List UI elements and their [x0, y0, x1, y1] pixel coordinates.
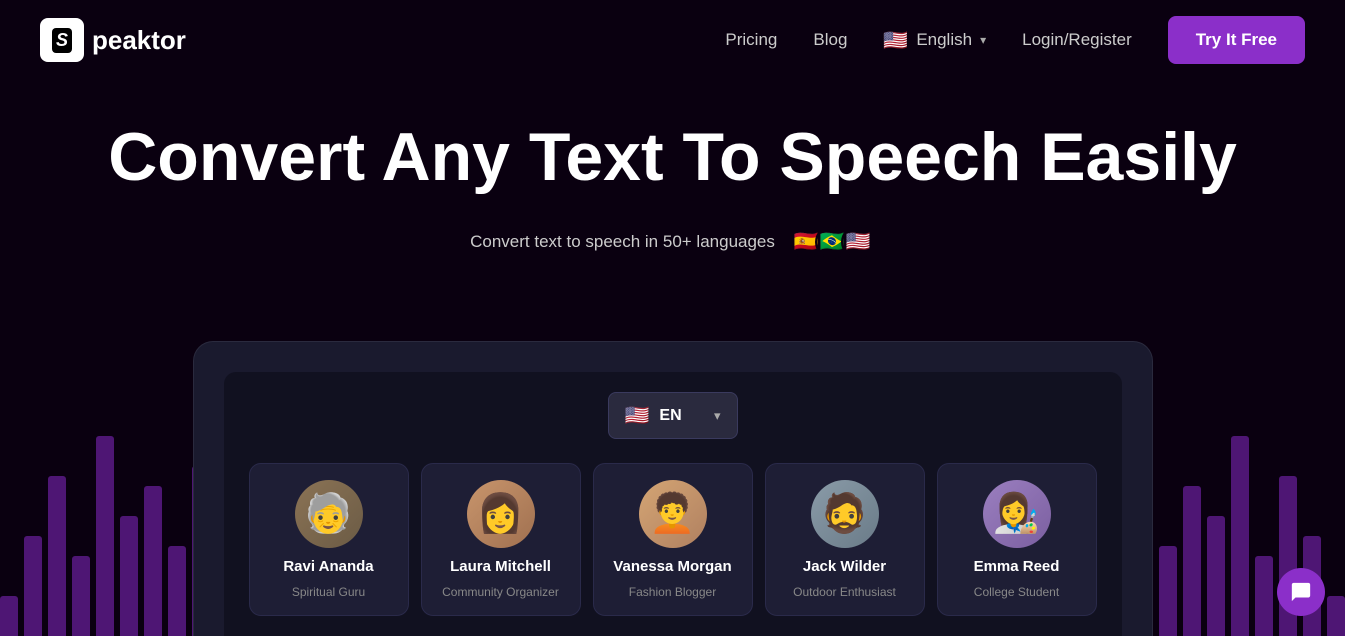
- voice-name-laura: Laura Mitchell: [450, 558, 551, 575]
- wave-bar: [120, 516, 138, 636]
- voice-role-laura: Community Organizer: [442, 585, 559, 599]
- dropdown-chevron-icon: ▾: [714, 408, 721, 424]
- nav-pricing[interactable]: Pricing: [725, 30, 777, 50]
- avatar-laura: 👩: [467, 480, 535, 548]
- hero-subtitle-text: Convert text to speech in 50+ languages: [470, 232, 775, 252]
- logo-icon: S: [40, 18, 84, 62]
- avatar-vanessa: 🧑‍🦱: [639, 480, 707, 548]
- wave-bar: [96, 436, 114, 636]
- voice-name-jack: Jack Wilder: [803, 558, 886, 575]
- voice-card-laura[interactable]: 👩 Laura Mitchell Community Organizer: [421, 463, 581, 616]
- voice-role-jack: Outdoor Enthusiast: [793, 585, 896, 599]
- try-it-free-button[interactable]: Try It Free: [1168, 16, 1305, 64]
- chat-button[interactable]: [1277, 568, 1325, 616]
- voice-cards: 🧓 Ravi Ananda Spiritual Guru 👩 Laura Mit…: [244, 463, 1102, 616]
- wave-bar: [48, 476, 66, 636]
- voice-name-ravi: Ravi Ananda: [283, 558, 373, 575]
- voice-role-vanessa: Fashion Blogger: [629, 585, 716, 599]
- logo-text: peaktor: [92, 25, 186, 56]
- avatar-jack: 🧔: [811, 480, 879, 548]
- dropdown-lang-code: EN: [659, 407, 681, 425]
- chat-icon: [1290, 581, 1312, 603]
- flags-group: 🇪🇸 🇧🇷 🇺🇸: [789, 225, 875, 259]
- navbar: S peaktor Pricing Blog 🇺🇸 English ▾ Logi…: [0, 0, 1345, 80]
- avatar-emma: 👩‍🎨: [983, 480, 1051, 548]
- app-language-dropdown[interactable]: 🇺🇸 EN ▾: [608, 392, 738, 439]
- voice-card-emma[interactable]: 👩‍🎨 Emma Reed College Student: [937, 463, 1097, 616]
- app-preview: 🇺🇸 EN ▾ 🧓 Ravi Ananda Spiritual Guru 👩 L…: [193, 341, 1153, 636]
- voice-role-emma: College Student: [974, 585, 1059, 599]
- chevron-down-icon: ▾: [980, 33, 986, 47]
- wave-bar: [168, 546, 186, 636]
- wave-bar: [1207, 516, 1225, 636]
- language-label: English: [916, 30, 972, 50]
- voice-name-emma: Emma Reed: [974, 558, 1060, 575]
- wave-bar: [1255, 556, 1273, 636]
- wave-bar: [1159, 546, 1177, 636]
- hero-subtitle: Convert text to speech in 50+ languages …: [20, 225, 1325, 259]
- hero-section: Convert Any Text To Speech Easily Conver…: [0, 80, 1345, 319]
- wave-bar: [1327, 596, 1345, 636]
- wave-bar: [72, 556, 90, 636]
- voice-card-jack[interactable]: 🧔 Jack Wilder Outdoor Enthusiast: [765, 463, 925, 616]
- hero-title: Convert Any Text To Speech Easily: [20, 120, 1325, 195]
- wave-bar: [1231, 436, 1249, 636]
- voice-name-vanessa: Vanessa Morgan: [613, 558, 731, 575]
- language-selector[interactable]: 🇺🇸 English ▾: [883, 28, 986, 53]
- wave-bar: [144, 486, 162, 636]
- logo[interactable]: S peaktor: [40, 18, 186, 62]
- dropdown-flag: 🇺🇸: [625, 403, 650, 428]
- voice-card-ravi[interactable]: 🧓 Ravi Ananda Spiritual Guru: [249, 463, 409, 616]
- voice-card-vanessa[interactable]: 🧑‍🦱 Vanessa Morgan Fashion Blogger: [593, 463, 753, 616]
- login-register-link[interactable]: Login/Register: [1022, 30, 1132, 50]
- nav-blog[interactable]: Blog: [813, 30, 847, 50]
- wave-bar: [1183, 486, 1201, 636]
- flag-us: 🇺🇸: [841, 225, 875, 259]
- avatar-ravi: 🧓: [295, 480, 363, 548]
- wave-bar: [24, 536, 42, 636]
- language-flag: 🇺🇸: [883, 28, 908, 53]
- wave-bar: [0, 596, 18, 636]
- nav-links: Pricing Blog 🇺🇸 English ▾ Login/Register…: [725, 16, 1305, 64]
- app-inner: 🇺🇸 EN ▾ 🧓 Ravi Ananda Spiritual Guru 👩 L…: [224, 372, 1122, 636]
- voice-role-ravi: Spiritual Guru: [292, 585, 365, 599]
